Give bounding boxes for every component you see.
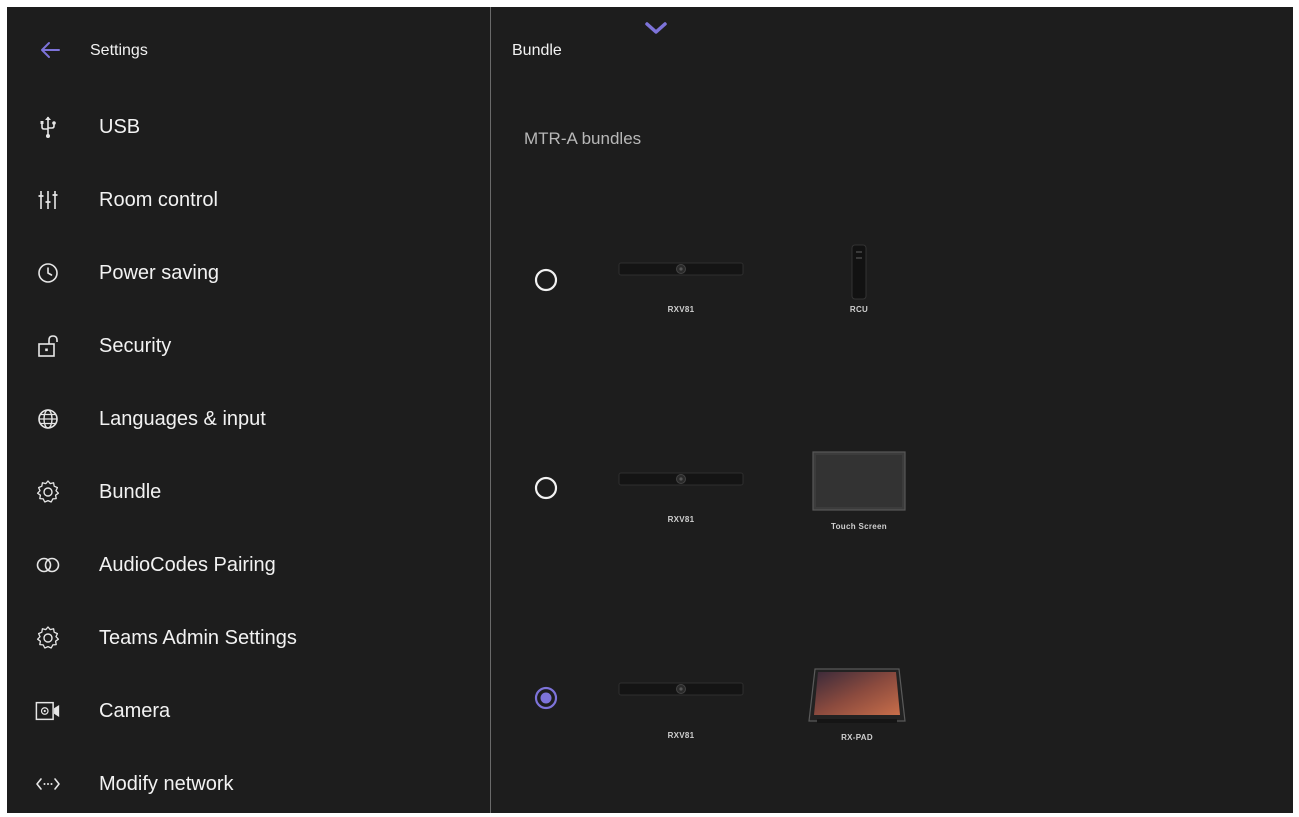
sidebar-item-label: Modify network [99, 772, 234, 795]
gear-icon [35, 479, 61, 505]
device-label: RX-PAD [841, 733, 873, 742]
bundle-option-rxv81-touch-screen[interactable]: RXV81 Touch Screen [491, 445, 1293, 535]
sidebar-item-label: Power saving [99, 261, 220, 284]
radio-selected[interactable] [533, 685, 559, 711]
device-rxv81: RXV81 [611, 675, 751, 740]
sidebar-item-power-saving[interactable]: Power saving [7, 237, 490, 309]
sidebar-item-languages[interactable]: Languages & input [7, 383, 490, 455]
sidebar-item-security[interactable]: Security [7, 310, 490, 382]
sidebar-item-room-control[interactable]: Room control [7, 164, 490, 236]
page-title: Settings [90, 42, 148, 59]
device-rcu: RCU [829, 243, 889, 315]
sidebar-item-label: Camera [99, 699, 171, 722]
sidebar-item-label: Bundle [99, 480, 162, 503]
tablet-image [808, 668, 906, 723]
radio-unselected[interactable] [533, 475, 559, 501]
usb-icon [35, 114, 61, 140]
sidebar-item-label: Room control [99, 188, 218, 211]
back-button[interactable] [35, 35, 65, 65]
radio-unselected[interactable] [533, 267, 559, 293]
sidebar-header: Settings [7, 7, 490, 95]
section-title: MTR-A bundles [524, 129, 642, 148]
device-label: RCU [849, 305, 869, 314]
chevron-down-icon [645, 22, 667, 34]
sidebar-item-bundle[interactable]: Bundle [7, 456, 490, 528]
touch-screen-image [812, 451, 906, 511]
sliders-icon [35, 187, 61, 213]
sidebar-item-camera[interactable]: Camera [7, 675, 490, 747]
sidebar-item-teams-admin[interactable]: Teams Admin Settings [7, 602, 490, 674]
network-arrows-icon [35, 771, 61, 797]
device-rxv81: RXV81 [611, 465, 751, 525]
sidebar-item-label: AudioCodes Pairing [99, 553, 276, 576]
video-bar-image [618, 682, 744, 696]
link-rings-icon [35, 552, 61, 578]
device-label: RXV81 [667, 305, 695, 314]
device-rx-pad: RX-PAD [807, 665, 907, 745]
globe-icon [35, 406, 61, 432]
bundle-panel: Bundle MTR-A bundles RXV81 RCU RXV81 Tou… [491, 7, 1293, 813]
arrow-left-icon [41, 42, 60, 58]
device-label: RXV81 [667, 515, 695, 524]
settings-sidebar: Settings USB Room control Power saving S… [7, 7, 490, 813]
video-bar-image [618, 472, 744, 486]
gear-icon [35, 625, 61, 651]
sidebar-item-label: Security [99, 334, 172, 357]
bundle-option-rxv81-rx-pad[interactable]: RXV81 RX-PAD [491, 659, 1293, 749]
sidebar-item-usb[interactable]: USB [7, 91, 490, 163]
sidebar-item-label: Teams Admin Settings [99, 626, 297, 649]
device-label: Touch Screen [831, 522, 887, 531]
sidebar-item-modify-network[interactable]: Modify network [7, 748, 490, 813]
remote-control-image [851, 244, 867, 300]
device-touch-screen: Touch Screen [809, 450, 909, 531]
device-label: RXV81 [667, 731, 695, 740]
sidebar-item-audiocodes-pairing[interactable]: AudioCodes Pairing [7, 529, 490, 601]
sidebar-item-label: Languages & input [99, 407, 266, 430]
video-bar-image [618, 262, 744, 276]
clock-icon [35, 260, 61, 286]
bundle-option-rxv81-rcu[interactable]: RXV81 RCU [491, 235, 1293, 325]
unlock-icon [35, 333, 61, 359]
sidebar-item-label: USB [99, 115, 141, 138]
device-rxv81: RXV81 [611, 255, 751, 315]
panel-title: Bundle [512, 42, 562, 59]
camera-icon [35, 698, 61, 724]
settings-window: Settings USB Room control Power saving S… [7, 7, 1293, 813]
collapse-button[interactable] [643, 19, 669, 39]
